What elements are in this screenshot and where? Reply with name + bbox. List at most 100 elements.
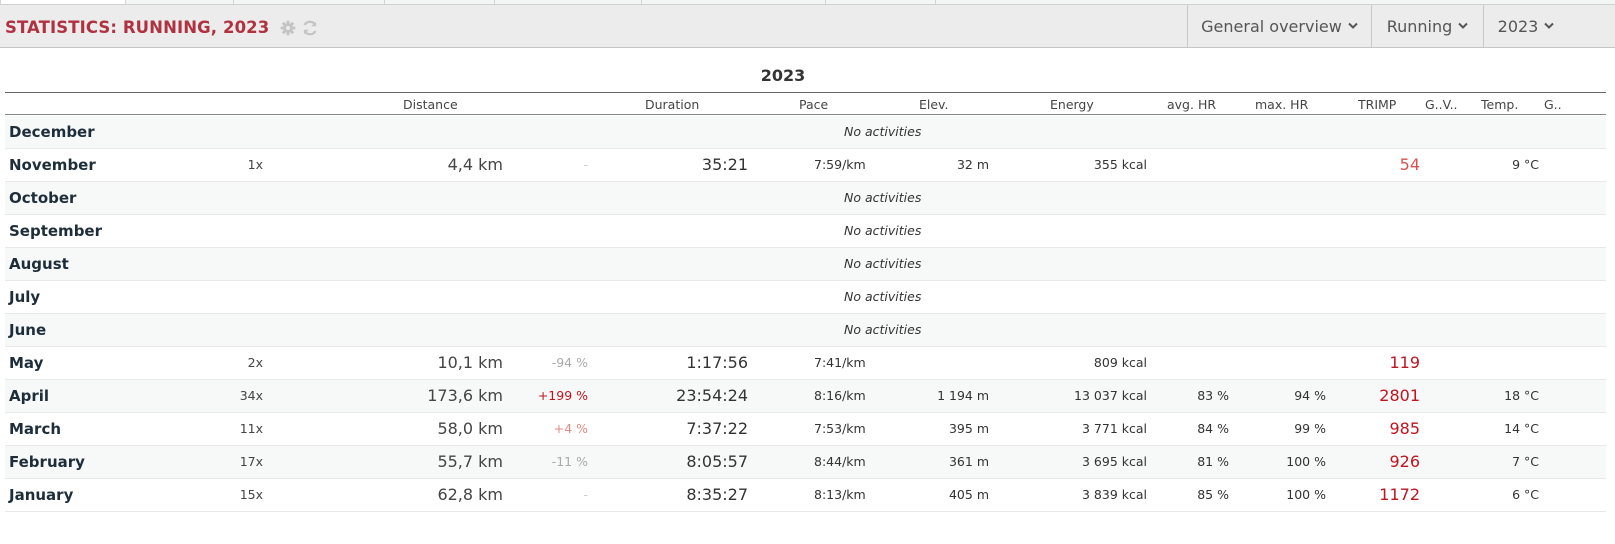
duration-value: 7:37:22 (686, 419, 748, 438)
distance-change: - (583, 157, 588, 172)
elevation-value: 395 m (948, 421, 989, 436)
sport-select-button[interactable]: Running (1371, 5, 1483, 47)
gear-icon[interactable] (280, 20, 296, 36)
refresh-icon[interactable] (301, 19, 319, 37)
table-row[interactable]: October No activities (5, 182, 1606, 215)
chevron-down-icon (1544, 22, 1555, 29)
table-row[interactable]: April 34x 173,6 km +199 % 23:54:24 8:16/km 1 1… (5, 380, 1606, 413)
pace-value: 8:16/km (814, 388, 866, 403)
no-activities-text: No activities (844, 190, 922, 205)
duration-value: 1:17:56 (686, 353, 748, 372)
no-activities-text: No activities (844, 322, 922, 337)
energy-value: 13 037 kcal (1074, 388, 1147, 403)
elevation-value: 361 m (948, 454, 989, 469)
column-header-elevation[interactable]: Elev. (919, 97, 948, 112)
activity-count: 11x (239, 421, 263, 436)
table-row[interactable]: June No activities (5, 314, 1606, 347)
avg-hr-value: 83 % (1197, 388, 1229, 403)
table-row[interactable]: July No activities (5, 281, 1606, 314)
distance-value: 58,0 km (437, 419, 503, 438)
activity-count: 34x (239, 388, 263, 403)
distance-change: -11 % (551, 454, 588, 469)
temperature-value: 18 °C (1504, 388, 1539, 403)
duration-value: 23:54:24 (676, 386, 748, 405)
distance-change: +4 % (553, 421, 588, 436)
distance-value: 10,1 km (437, 353, 503, 372)
year-select-label: 2023 (1497, 16, 1539, 36)
pace-value: 8:44/km (814, 454, 866, 469)
column-header-g[interactable]: G.. (1544, 97, 1562, 112)
trimp-value: 119 (1389, 353, 1420, 372)
table-row[interactable]: September No activities (5, 215, 1606, 248)
column-header-duration[interactable]: Duration (645, 97, 699, 112)
column-header-avg-hr[interactable]: avg. HR (1167, 97, 1216, 112)
year-select-button[interactable]: 2023 (1483, 5, 1568, 47)
pace-value: 7:53/km (814, 421, 866, 436)
activity-count: 2x (247, 355, 263, 370)
column-header-max-hr[interactable]: max. HR (1255, 97, 1308, 112)
month-label: January (9, 486, 74, 504)
month-label: April (9, 387, 50, 405)
table-header-rule (5, 114, 1606, 115)
activity-count: 15x (239, 487, 263, 502)
table-row[interactable]: November 1x 4,4 km - 35:21 7:59/km 32 m 355 kca… (5, 149, 1606, 182)
table-row[interactable]: February 17x 55,7 km -11 % 8:05:57 8:44/km 361… (5, 446, 1606, 479)
statistics-header-bar: STATISTICS: RUNNING, 2023 General overvi… (0, 4, 1615, 48)
table-row[interactable]: January 15x 62,8 km - 8:35:27 8:13/km 405 m 3 8… (5, 479, 1606, 512)
avg-hr-value: 84 % (1197, 421, 1229, 436)
view-select-label: General overview (1201, 16, 1342, 36)
column-header-gv[interactable]: G..V.. (1425, 97, 1458, 112)
column-header-trimp[interactable]: TRIMP (1358, 97, 1396, 112)
page-title: STATISTICS: RUNNING, 2023 (5, 18, 270, 37)
pace-value: 7:59/km (814, 157, 866, 172)
month-label: May (9, 354, 44, 372)
trimp-value: 1172 (1379, 485, 1420, 504)
duration-value: 8:05:57 (686, 452, 748, 471)
table-row[interactable]: August No activities (5, 248, 1606, 281)
temperature-value: 14 °C (1504, 421, 1539, 436)
month-label: August (9, 255, 69, 273)
month-label: June (9, 321, 47, 339)
table-top-rule (5, 92, 1606, 93)
trimp-value: 54 (1399, 155, 1420, 174)
distance-change: +199 % (537, 388, 588, 403)
month-label: December (9, 123, 95, 141)
column-header-temp[interactable]: Temp. (1481, 97, 1518, 112)
view-select-button[interactable]: General overview (1187, 5, 1371, 47)
max-hr-value: 94 % (1294, 388, 1326, 403)
energy-value: 809 kcal (1093, 355, 1147, 370)
column-header-energy[interactable]: Energy (1050, 97, 1094, 112)
table-row[interactable]: December No activities (5, 116, 1606, 149)
no-activities-text: No activities (844, 289, 922, 304)
energy-value: 3 771 kcal (1081, 421, 1147, 436)
month-label: February (9, 453, 85, 471)
trimp-value: 926 (1389, 452, 1420, 471)
no-activities-text: No activities (844, 256, 922, 271)
month-label: November (9, 156, 96, 174)
chevron-down-icon (1348, 22, 1358, 29)
chevron-down-icon (1458, 22, 1468, 29)
avg-hr-value: 85 % (1197, 487, 1229, 502)
duration-value: 35:21 (701, 155, 748, 174)
column-header-pace[interactable]: Pace (799, 97, 828, 112)
distance-value: 4,4 km (447, 155, 503, 174)
month-label: July (9, 288, 41, 306)
month-label: September (9, 222, 102, 240)
month-label: March (9, 420, 62, 438)
month-label: October (9, 189, 77, 207)
avg-hr-value: 81 % (1197, 454, 1229, 469)
no-activities-text: No activities (844, 223, 922, 238)
distance-value: 62,8 km (437, 485, 503, 504)
column-header-distance[interactable]: Distance (403, 97, 458, 112)
temperature-value: 9 °C (1512, 157, 1539, 172)
elevation-value: 32 m (956, 157, 989, 172)
distance-value: 55,7 km (437, 452, 503, 471)
activity-count: 17x (239, 454, 263, 469)
title-icons (280, 17, 319, 37)
table-year-heading: 2023 (760, 66, 806, 85)
table-row[interactable]: May 2x 10,1 km -94 % 1:17:56 7:41/km 809 kcal 1… (5, 347, 1606, 380)
distance-change: - (583, 487, 588, 502)
elevation-value: 1 194 m (937, 388, 989, 403)
duration-value: 8:35:27 (686, 485, 748, 504)
table-row[interactable]: March 11x 58,0 km +4 % 7:37:22 7:53/km 395 m 3 … (5, 413, 1606, 446)
